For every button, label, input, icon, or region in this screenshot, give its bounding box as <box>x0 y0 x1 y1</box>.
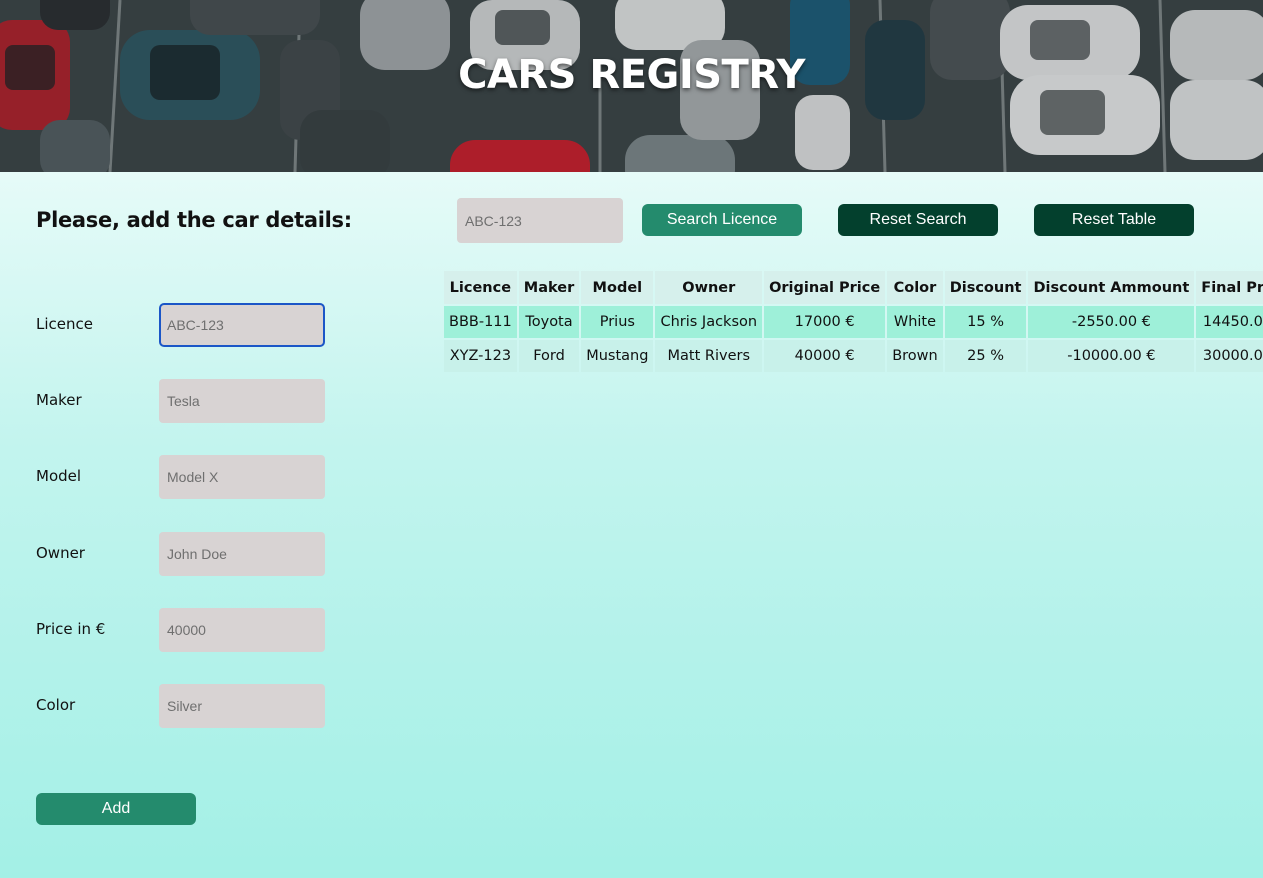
color-label: Color <box>36 696 76 714</box>
table-header-row: Licence Maker Model Owner Original Price… <box>444 271 1263 304</box>
column-header: Color <box>887 271 943 304</box>
maker-input[interactable] <box>159 379 325 423</box>
price-row: Price in € <box>36 608 336 652</box>
licence-label: Licence <box>36 315 93 333</box>
color-row: Color <box>36 684 336 728</box>
column-header: Maker <box>518 271 580 304</box>
header-banner: CARS REGISTRY <box>0 0 1263 172</box>
form-heading: Please, add the car details: <box>36 208 352 232</box>
table-cell: Matt Rivers <box>655 340 763 372</box>
table-cell: -2550.00 € <box>1028 306 1195 338</box>
table-cell: Toyota <box>518 306 580 338</box>
add-button[interactable]: Add <box>36 793 196 825</box>
table-cell: 40000 € <box>764 340 886 372</box>
table-cell: 30000.00 € <box>1196 340 1263 372</box>
table-cell: Chris Jackson <box>655 306 763 338</box>
owner-label: Owner <box>36 544 85 562</box>
reset-table-button[interactable]: Reset Table <box>1034 204 1194 236</box>
licence-row: Licence <box>36 303 336 347</box>
cars-table: Licence Maker Model Owner Original Price… <box>442 269 1263 374</box>
page-title: CARS REGISTRY <box>458 52 805 98</box>
column-header: Discount <box>944 271 1027 304</box>
price-input[interactable] <box>159 608 325 652</box>
licence-input[interactable] <box>159 303 325 347</box>
table-cell: Ford <box>518 340 580 372</box>
table-cell: 25 % <box>944 340 1027 372</box>
model-label: Model <box>36 467 82 485</box>
column-header: Owner <box>655 271 763 304</box>
table-row: BBB-111 Toyota Prius Chris Jackson 17000… <box>444 306 1263 338</box>
column-header: Discount Ammount <box>1028 271 1195 304</box>
color-input[interactable] <box>159 684 325 728</box>
table-cell: BBB-111 <box>444 306 517 338</box>
column-header: Model <box>581 271 654 304</box>
reset-search-button[interactable]: Reset Search <box>838 204 998 236</box>
table-cell: Prius <box>581 306 654 338</box>
column-header: Final Price <box>1196 271 1263 304</box>
table-cell: White <box>887 306 943 338</box>
price-label: Price in € <box>36 620 106 638</box>
model-row: Model <box>36 455 336 499</box>
table-cell: XYZ-123 <box>444 340 517 372</box>
table-cell: Mustang <box>581 340 654 372</box>
owner-input[interactable] <box>159 532 325 576</box>
table-cell: Brown <box>887 340 943 372</box>
search-licence-button[interactable]: Search Licence <box>642 204 802 236</box>
model-input[interactable] <box>159 455 325 499</box>
table-cell: 17000 € <box>764 306 886 338</box>
table-cell: -10000.00 € <box>1028 340 1195 372</box>
table-row: XYZ-123 Ford Mustang Matt Rivers 40000 €… <box>444 340 1263 372</box>
search-licence-input[interactable] <box>457 198 623 243</box>
column-header: Original Price <box>764 271 886 304</box>
owner-row: Owner <box>36 532 336 576</box>
maker-label: Maker <box>36 391 82 409</box>
table-cell: 14450.00 € <box>1196 306 1263 338</box>
maker-row: Maker <box>36 379 336 423</box>
table-cell: 15 % <box>944 306 1027 338</box>
column-header: Licence <box>444 271 517 304</box>
